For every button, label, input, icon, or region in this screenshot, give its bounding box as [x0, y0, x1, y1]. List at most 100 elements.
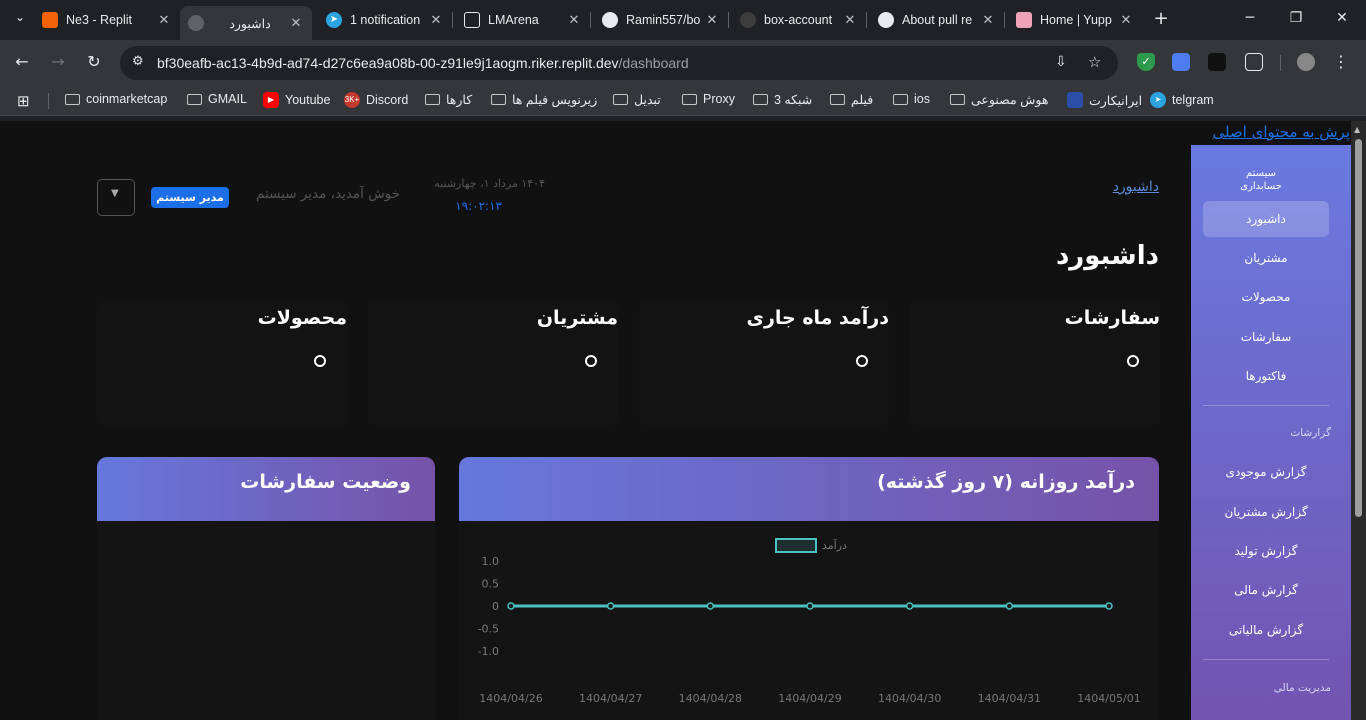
card-title: درآمد روزانه (۷ روز گذشته): [877, 471, 1135, 493]
profile-avatar[interactable]: [1297, 53, 1315, 71]
breadcrumb[interactable]: داشبورد: [1113, 179, 1159, 195]
tab-title: box-account: [764, 13, 833, 27]
shield-extension-icon[interactable]: ✓: [1137, 53, 1155, 71]
sidebar-item-production-report[interactable]: گزارش تولید: [1203, 533, 1329, 569]
tab-search-icon[interactable]: ⌄: [9, 10, 31, 24]
page-scrollbar[interactable]: ▲: [1351, 121, 1366, 720]
data-point: [706, 602, 715, 610]
tab-about-pull[interactable]: About pull re ✕: [878, 6, 996, 34]
page-title: داشبورد: [1055, 241, 1159, 271]
close-icon[interactable]: ✕: [980, 12, 996, 28]
iranicard-icon: [1067, 92, 1083, 108]
bookmark-proxy[interactable]: Proxy: [682, 92, 735, 106]
sidebar-item-customers-report[interactable]: گزارش مشتریان: [1203, 494, 1329, 530]
tab-box-account[interactable]: box-account ✕: [740, 6, 858, 34]
close-icon[interactable]: ✕: [842, 12, 858, 28]
bookmark-gmail[interactable]: GMAIL: [187, 92, 247, 106]
extension-icon[interactable]: [1172, 53, 1190, 71]
stat-card-orders: سفارشات: [910, 301, 1160, 426]
close-icon[interactable]: ✕: [428, 12, 444, 28]
bookmark-channel3[interactable]: شبکه 3: [753, 92, 812, 107]
url-text[interactable]: bf30eafb-ac13-4b9d-ad74-d27c6ea9a08b-00-…: [157, 55, 689, 71]
sidebar-item-invoices[interactable]: فاکتورها: [1203, 358, 1329, 394]
site-info-icon[interactable]: ⚙: [132, 54, 144, 69]
bookmark-coinmarketcap[interactable]: coinmarketcap: [65, 92, 167, 106]
tab-separator: [728, 12, 729, 28]
bookmark-label: GMAIL: [208, 92, 247, 106]
bookmark-convert[interactable]: تبدیل: [613, 92, 661, 107]
bookmark-label: زیرنویس فیلم ها: [512, 93, 598, 107]
close-icon[interactable]: ✕: [156, 12, 172, 28]
address-bar[interactable]: ⚙ bf30eafb-ac13-4b9d-ad74-d27c6ea9a08b-0…: [120, 46, 1118, 80]
sidebar-item-tax-report[interactable]: گزارش مالیاتی: [1203, 612, 1329, 648]
stat-card-customers: مشتریان: [368, 301, 618, 426]
discord-icon: 3K+: [344, 92, 360, 108]
bookmark-ai[interactable]: هوش مصنوعی: [950, 92, 1048, 107]
skip-to-content-link[interactable]: پرش به محتوای اصلی: [1212, 123, 1350, 141]
folder-icon: [613, 94, 628, 105]
restore-icon[interactable]: ❐: [1286, 10, 1306, 26]
new-tab-icon[interactable]: +: [1151, 8, 1171, 29]
sidebar-item-inventory-report[interactable]: گزارش موجودی: [1203, 454, 1329, 490]
tab-dashboard[interactable]: داشبورد ✕: [180, 6, 312, 40]
stat-value-zero: [1127, 355, 1139, 367]
forward-icon[interactable]: →: [47, 52, 69, 71]
folder-icon: [830, 94, 845, 105]
minimize-icon[interactable]: ─: [1240, 10, 1260, 26]
bookmark-telegram[interactable]: ➤ telgram: [1150, 92, 1214, 108]
tab-separator: [1004, 12, 1005, 28]
close-icon[interactable]: ✕: [566, 12, 582, 28]
bookmark-film[interactable]: فیلم: [830, 92, 873, 107]
folder-icon: [425, 94, 440, 105]
bookmark-iranicard[interactable]: ایرانیکارت: [1067, 92, 1142, 108]
revenue-line-chart: درآمد 1.0 0.5 0 -0.5 -1.0 1404/04/26 1404/04/27…: [478, 538, 1141, 705]
close-icon[interactable]: ✕: [288, 15, 304, 31]
stat-card-products: محصولات: [97, 301, 347, 426]
scrollbar-thumb[interactable]: [1355, 139, 1362, 517]
tab-telegram[interactable]: ➤ 1 notification ✕: [326, 6, 444, 34]
tab-title: Ramin557/bo: [626, 13, 701, 27]
bookmark-discord[interactable]: 3K+ Discord: [344, 92, 408, 108]
window-close-icon[interactable]: ✕: [1332, 10, 1352, 26]
chevron-down-icon: ▼: [111, 188, 119, 199]
tab-lmarena[interactable]: LMArena ✕: [464, 6, 582, 34]
sidebar-item-products[interactable]: محصولات: [1203, 279, 1329, 315]
tab-title: Ne3 - Replit: [66, 13, 132, 27]
bookmark-star-icon[interactable]: ☆: [1088, 53, 1101, 71]
toolbar-divider: [1280, 55, 1281, 71]
apps-grid-icon[interactable]: ⊞: [17, 92, 30, 110]
tab-yupp[interactable]: Home | Yupp ✕: [1016, 6, 1134, 34]
bookmark-tasks[interactable]: کارها: [425, 92, 472, 107]
stat-value-zero: [585, 355, 597, 367]
sidebar-item-customers[interactable]: مشتریان: [1203, 240, 1329, 276]
bookmark-subtitles[interactable]: زیرنویس فیلم ها: [491, 92, 597, 107]
tab-github-ramin[interactable]: Ramin557/bo ✕: [602, 6, 720, 34]
data-point: [1105, 602, 1113, 610]
tab-replit[interactable]: Ne3 - Replit ✕: [42, 6, 172, 34]
bookmark-ios[interactable]: ios: [893, 92, 930, 106]
y-tick-label: 0.5: [482, 578, 500, 591]
tab-title: 1 notification: [350, 13, 421, 27]
x-tick-label: 1404/04/26: [479, 692, 542, 705]
close-icon[interactable]: ✕: [704, 12, 720, 28]
bookmark-label: فیلم: [851, 93, 874, 107]
role-badge: مدیر سیستم: [151, 187, 229, 208]
bookmark-label: ios: [914, 92, 930, 106]
sidebar-heading-finance: مدیریت مالی: [1273, 682, 1331, 694]
extension-icon[interactable]: [1208, 53, 1226, 71]
back-icon[interactable]: ←: [11, 52, 33, 71]
orders-status-card: وضعیت سفارشات: [97, 457, 435, 720]
bookmark-youtube[interactable]: ▶ Youtube: [263, 92, 330, 108]
sidebar-divider: [1203, 659, 1329, 660]
close-icon[interactable]: ✕: [1118, 12, 1134, 28]
menu-icon[interactable]: ⋮: [1330, 52, 1352, 71]
sidebar-item-financial-report[interactable]: گزارش مالی: [1203, 572, 1329, 608]
sidebar-item-dashboard[interactable]: داشبورد: [1203, 201, 1329, 237]
user-menu-button[interactable]: ▼: [97, 179, 135, 216]
install-app-icon[interactable]: ⇩: [1055, 54, 1067, 70]
scroll-up-icon[interactable]: ▲: [1354, 125, 1360, 134]
extensions-puzzle-icon[interactable]: [1245, 53, 1263, 71]
sidebar-item-orders[interactable]: سفارشات: [1203, 319, 1329, 355]
tab-title: About pull re: [902, 13, 973, 27]
reload-icon[interactable]: ↻: [83, 52, 105, 71]
